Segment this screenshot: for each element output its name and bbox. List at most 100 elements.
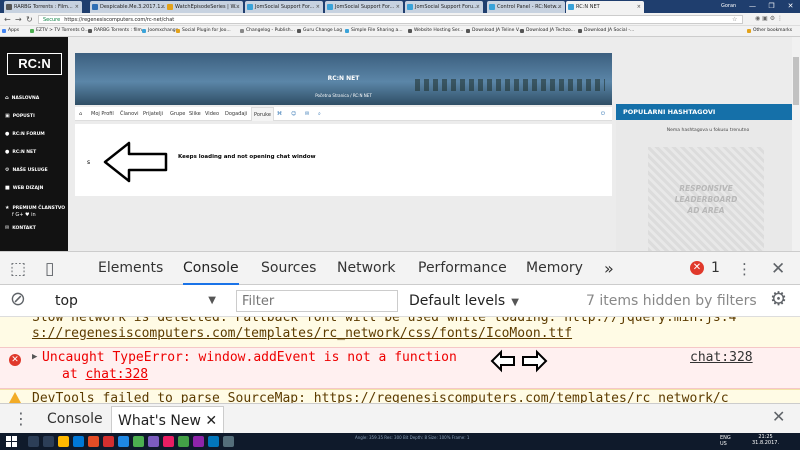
menu-item[interactable]: Slike: [189, 111, 201, 117]
menu-item[interactable]: Video: [205, 111, 219, 117]
bookmark-item[interactable]: Guru Change Log: [297, 26, 342, 36]
browser-user-name[interactable]: Goran: [721, 0, 736, 13]
taskbar-app-icon[interactable]: [193, 436, 204, 447]
breadcrumb[interactable]: Početna Stranica / RC:N NET: [75, 93, 612, 98]
close-tab-icon[interactable]: ×: [236, 1, 240, 13]
browser-tab[interactable]: JomSocial Support For... ×: [245, 1, 323, 13]
tab-network[interactable]: Network: [337, 252, 395, 285]
taskbar-app-icon[interactable]: [73, 436, 84, 447]
taskbar-app-icon[interactable]: [223, 436, 234, 447]
taskbar-app-icon[interactable]: [148, 436, 159, 447]
bookmark-item[interactable]: Simple File Sharing a...: [345, 26, 403, 36]
bookmark-item[interactable]: Other bookmarks: [747, 26, 792, 36]
console-error-row[interactable]: ✕ ▶ Uncaught TypeError: window.addEvent …: [0, 347, 800, 389]
console-filter-input[interactable]: [236, 290, 398, 312]
warning-link[interactable]: s://regenesiscomputers.com/templates/rc_…: [32, 326, 572, 341]
browser-tab[interactable]: JomSocial Support For... ×: [325, 1, 403, 13]
close-tab-icon[interactable]: ×: [316, 1, 320, 13]
close-window-button[interactable]: ✕: [781, 0, 800, 13]
drawer-tab-console[interactable]: Console: [47, 404, 103, 434]
site-nav-item[interactable]: ⌂ NASLOVNA: [5, 95, 39, 101]
taskbar-app-icon[interactable]: [88, 436, 99, 447]
error-source-link[interactable]: chat:328: [690, 350, 753, 365]
site-nav-item[interactable]: ▣ POPUSTI: [5, 113, 35, 119]
ad-placeholder[interactable]: RESPONSIVE LEADERBOARD AD AREA: [648, 147, 764, 251]
site-nav-item[interactable]: ⚙ NAŠE USLUGE: [5, 167, 48, 173]
search-icon[interactable]: ⌕: [318, 111, 321, 117]
address-bar[interactable]: Secure https://regenesiscomputers.com/rc-…: [38, 15, 743, 24]
close-tab-icon[interactable]: ×: [637, 1, 641, 13]
device-toolbar-icon[interactable]: ▯: [45, 259, 54, 279]
console-settings-gear-icon[interactable]: ⚙: [770, 289, 787, 309]
browser-tab[interactable]: Despicable.Me.3.2017.1... ×: [90, 1, 168, 13]
error-count-badge[interactable]: ✕ 1: [690, 260, 720, 276]
site-nav-item[interactable]: ✉ KONTAKT: [5, 225, 36, 231]
menu-item[interactable]: Prijatelji: [143, 111, 163, 117]
taskbar-app-icon[interactable]: [28, 436, 39, 447]
friends-icon[interactable]: ☺: [291, 111, 296, 117]
taskbar-app-icon[interactable]: [58, 436, 69, 447]
close-tab-icon[interactable]: ×: [396, 1, 400, 13]
bookmark-item[interactable]: EZTV > TV Torrents O...: [30, 26, 89, 36]
menu-item[interactable]: Moj Profil: [91, 111, 114, 117]
bookmark-star-icon[interactable]: ☆: [732, 16, 737, 23]
bookmark-item[interactable]: Changelog - Publish...: [240, 26, 295, 36]
minimize-button[interactable]: —: [743, 0, 762, 13]
close-tab-icon[interactable]: ×: [75, 1, 79, 13]
reload-icon[interactable]: ↻: [26, 14, 33, 25]
tab-performance[interactable]: Performance: [418, 252, 507, 285]
windows-start-icon[interactable]: [6, 436, 17, 447]
taskbar-app-icon[interactable]: [133, 436, 144, 447]
site-nav-item[interactable]: ● RC:N FORUM: [5, 131, 45, 137]
bookmark-item[interactable]: Download JA Techzo...: [520, 26, 575, 36]
taskbar-app-icon[interactable]: [178, 436, 189, 447]
bookmark-item[interactable]: Website Hosting Ser...: [408, 26, 463, 36]
site-nav-item[interactable]: ■ WEB DIZAJN: [5, 185, 43, 191]
close-tab-icon[interactable]: ×: [558, 1, 562, 13]
system-tray[interactable]: ENG US: [720, 435, 731, 447]
bookmark-item[interactable]: Download JA Teline V...: [466, 26, 523, 36]
menu-item[interactable]: Članovi: [120, 111, 139, 117]
drawer-tab-whats-new[interactable]: What's New ✕: [111, 406, 225, 434]
menu-item[interactable]: Poruke: [251, 107, 274, 121]
bookmark-item[interactable]: Joomxchange: [142, 26, 178, 36]
taskbar-app-icon[interactable]: [208, 436, 219, 447]
browser-tab[interactable]: WatchEpisodeSeries | W... ×: [165, 1, 243, 13]
clock[interactable]: 21:25 31.8.2017.: [752, 434, 779, 446]
clear-console-icon[interactable]: ⊘: [10, 289, 26, 309]
close-tab-icon[interactable]: ✕: [205, 413, 217, 429]
tab-console[interactable]: Console: [183, 252, 239, 285]
taskbar-app-icon[interactable]: [43, 436, 54, 447]
bookmark-item[interactable]: Download JA Social -...: [578, 26, 634, 36]
stack-link[interactable]: chat:328: [85, 367, 148, 382]
drawer-menu-icon[interactable]: ⋮: [13, 409, 29, 428]
logout-icon[interactable]: ⏻: [601, 111, 605, 117]
bookmark-item[interactable]: RARBG Torrents : film...: [88, 26, 146, 36]
browser-tab[interactable]: Control Panel - RC:Netw... ×: [487, 1, 565, 13]
log-levels-dropdown[interactable]: Default levels ▼: [409, 291, 519, 313]
browser-tab[interactable]: JomSocial Support Foru... ×: [405, 1, 483, 13]
apps-icon[interactable]: ⌘: [277, 111, 282, 117]
extension-icons[interactable]: ◉ ▣ ⚙ ⋮: [755, 15, 783, 22]
back-arrow-icon[interactable]: ←: [4, 14, 11, 25]
close-tab-icon[interactable]: ×: [476, 1, 480, 13]
context-selector[interactable]: top ▼: [55, 291, 220, 311]
more-options-icon[interactable]: ⋮: [737, 259, 752, 279]
menu-item[interactable]: Događaji: [225, 111, 247, 117]
bookmark-item[interactable]: Social Plugin for Joo...: [176, 26, 231, 36]
close-drawer-icon[interactable]: ✕: [772, 407, 785, 426]
tab-elements[interactable]: Elements: [98, 252, 163, 285]
inspect-element-icon[interactable]: ⬚: [10, 259, 26, 279]
tab-sources[interactable]: Sources: [261, 252, 316, 285]
bookmark-item[interactable]: Apps: [2, 26, 19, 36]
taskbar-app-icon[interactable]: [103, 436, 114, 447]
social-icons[interactable]: f G+ ♥ in: [12, 212, 36, 218]
taskbar-app-icon[interactable]: [163, 436, 174, 447]
maximize-button[interactable]: ❐: [762, 0, 781, 13]
more-tabs-icon[interactable]: »: [604, 252, 614, 285]
site-nav-item[interactable]: ★ PREMIUM ČLANSTVO: [5, 205, 65, 211]
site-logo[interactable]: RC:N: [7, 53, 62, 75]
site-nav-item[interactable]: ● RC:N NET: [5, 149, 36, 155]
taskbar-app-icon[interactable]: [118, 436, 129, 447]
browser-tab[interactable]: RARBG Torrents : Film... ×: [4, 1, 82, 13]
